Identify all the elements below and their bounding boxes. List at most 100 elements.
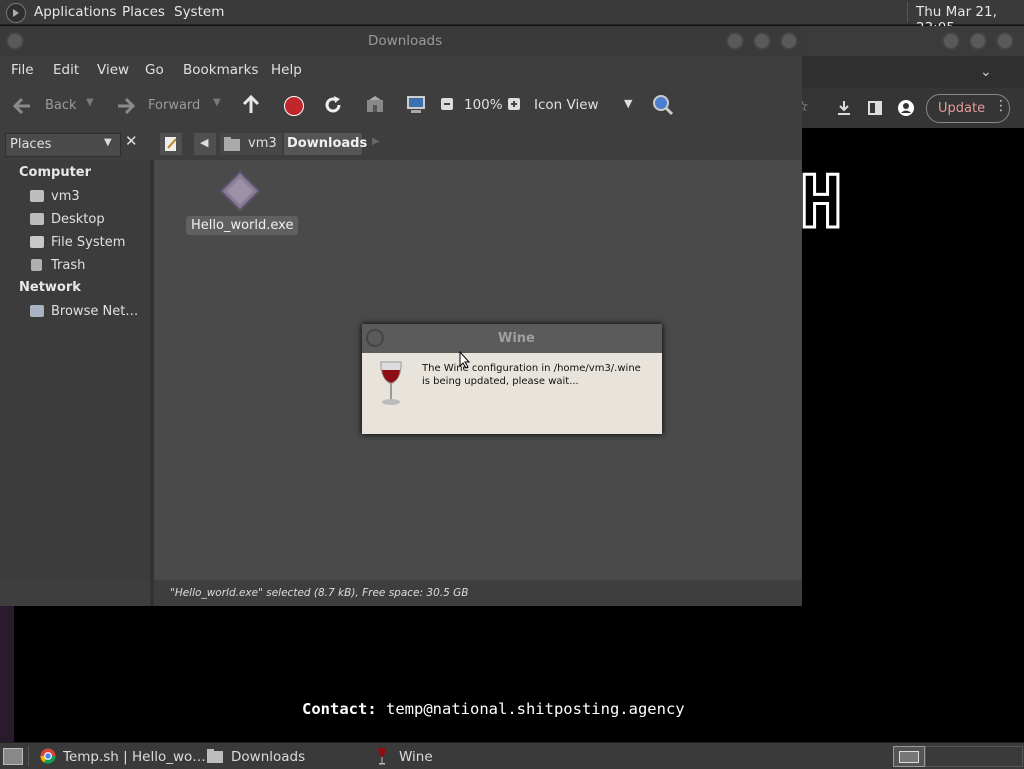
taskbar-item-browser[interactable]: Temp.sh | Hello_wo… — [36, 743, 206, 769]
update-button[interactable]: Update ⋮ — [926, 94, 1010, 123]
sidebar-item-label: File System — [51, 235, 126, 250]
sidebar-icon[interactable] — [868, 101, 882, 115]
maximize-button[interactable] — [753, 32, 771, 50]
close-sidebar-icon[interactable]: ✕ — [125, 132, 138, 150]
forward-button[interactable]: Forward ▼ — [114, 94, 226, 118]
taskbar-item-label: Temp.sh | Hello_wo… — [63, 749, 206, 765]
view-mode-select[interactable]: Icon View ▼ — [528, 94, 638, 118]
back-button[interactable]: Back ▼ — [8, 94, 100, 118]
menu-view[interactable]: View — [97, 62, 129, 78]
browser-window: ⌄ ☆ Update ⋮ SH — [741, 26, 1024, 606]
file-manager-window: Downloads File Edit View Go Bookmarks He… — [0, 26, 802, 606]
path-back-button[interactable]: ◀ — [194, 133, 216, 155]
forward-dropdown-icon[interactable]: ▼ — [213, 97, 221, 108]
workspace-2[interactable] — [925, 746, 1023, 767]
chevron-down-icon[interactable]: ⌄ — [980, 64, 992, 80]
update-button-label: Update — [938, 101, 986, 116]
trash-icon — [31, 259, 42, 271]
chevron-left-icon: ◀ — [200, 136, 209, 149]
up-arrow-icon[interactable] — [241, 95, 261, 115]
window-menu-button[interactable] — [6, 32, 24, 50]
contact-email[interactable]: temp@national.shitposting.agency — [386, 700, 685, 718]
folder-icon — [207, 749, 223, 763]
search-icon[interactable] — [652, 94, 674, 116]
more-icon[interactable]: ⋮ — [994, 98, 1008, 114]
menu-bookmarks[interactable]: Bookmarks — [183, 62, 258, 78]
back-dropdown-icon[interactable]: ▼ — [86, 97, 94, 108]
wine-glass-icon — [378, 748, 386, 765]
taskbar-item-wine[interactable]: Wine — [370, 743, 490, 769]
desktop-edge — [0, 606, 14, 742]
menu-help[interactable]: Help — [271, 62, 302, 78]
reload-icon[interactable] — [323, 95, 343, 115]
sidebar-item-label: Browse Net… — [51, 304, 139, 319]
minimize-button[interactable] — [942, 32, 960, 50]
sidebar-item-label: vm3 — [51, 189, 80, 204]
executable-file-icon — [219, 170, 261, 212]
zoom-out-icon[interactable] — [441, 98, 453, 110]
wine-glass-icon — [380, 361, 402, 405]
home-icon[interactable] — [366, 96, 384, 114]
taskbar-item-label: Downloads — [231, 749, 306, 765]
applications-menu[interactable]: Applications — [34, 4, 116, 20]
chevron-down-icon: ▼ — [104, 137, 112, 148]
back-label: Back — [45, 98, 77, 113]
location-bar: Places ▼ ✕ ◀ vm3 Downloads ▶ — [0, 128, 802, 160]
chrome-icon — [40, 748, 56, 764]
home-folder-icon — [224, 137, 240, 151]
chevron-right-icon[interactable]: ▶ — [372, 136, 380, 147]
menu-edit[interactable]: Edit — [53, 62, 79, 78]
taskbar: Temp.sh | Hello_wo… Downloads Wine — [0, 742, 1024, 769]
file-name: Hello_world.exe — [186, 216, 299, 235]
contact-label: Contact: — [302, 700, 377, 718]
browser-titlebar — [802, 26, 1024, 56]
profile-icon[interactable] — [898, 100, 914, 116]
close-button[interactable] — [996, 32, 1014, 50]
drive-icon — [30, 236, 44, 248]
view-mode-value: Icon View — [534, 97, 599, 113]
download-icon[interactable] — [836, 100, 852, 116]
show-desktop-icon[interactable] — [3, 748, 23, 765]
workspace-switcher[interactable] — [893, 746, 925, 767]
close-button[interactable] — [780, 32, 798, 50]
desktop-folder-icon — [30, 213, 44, 225]
window-title: Downloads — [368, 33, 443, 49]
system-menu[interactable]: System — [174, 4, 224, 20]
menu-go[interactable]: Go — [145, 62, 164, 78]
browser-toolbar: ☆ Update ⋮ — [796, 88, 1024, 128]
sidebar-item-label: Desktop — [51, 212, 105, 227]
zoom-in-icon[interactable] — [508, 98, 520, 110]
zoom-level: 100% — [464, 97, 503, 113]
file-item[interactable]: Hello_world.exe — [186, 170, 299, 235]
computer-icon[interactable] — [406, 95, 426, 115]
wine-dialog-title: Wine — [498, 331, 535, 346]
wine-dialog-titlebar[interactable]: Wine — [362, 324, 662, 353]
stop-icon[interactable] — [284, 96, 304, 116]
contact-line: Contact: temp@national.shitposting.agenc… — [302, 700, 685, 718]
sidebar-heading-computer: Computer — [19, 165, 92, 180]
home-folder-icon — [30, 190, 44, 202]
path-button-downloads[interactable]: Downloads — [284, 133, 367, 155]
minimize-button[interactable] — [726, 32, 744, 50]
taskbar-item-downloads[interactable]: Downloads — [203, 743, 363, 769]
toolbar: Back ▼ Forward ▼ 100% Icon View ▼ — [0, 84, 802, 128]
file-manager-titlebar[interactable]: Downloads — [0, 26, 802, 56]
forward-arrow-icon — [118, 97, 136, 115]
network-icon — [30, 305, 44, 317]
places-menu[interactable]: Places — [122, 4, 165, 20]
status-bar: "Hello_world.exe" selected (8.7 kB), Fre… — [154, 580, 802, 606]
window-menu-button[interactable] — [366, 329, 384, 347]
mouse-cursor-icon — [459, 351, 471, 369]
menu-file[interactable]: File — [11, 62, 34, 78]
chevron-down-icon: ▼ — [624, 97, 633, 110]
path-button-vm3[interactable]: vm3 — [220, 133, 282, 155]
gnome-foot-icon[interactable] — [6, 3, 26, 23]
browser-page-lower: Contact: temp@national.shitposting.agenc… — [14, 606, 1024, 742]
pencil-icon — [165, 137, 177, 151]
edit-location-button[interactable] — [160, 133, 182, 155]
top-panel: Applications Places System Thu Mar 21, 2… — [0, 0, 1024, 36]
maximize-button[interactable] — [969, 32, 987, 50]
forward-label: Forward — [148, 98, 201, 113]
back-arrow-icon — [12, 97, 30, 115]
sidebar-selector[interactable]: Places ▼ — [5, 133, 121, 157]
